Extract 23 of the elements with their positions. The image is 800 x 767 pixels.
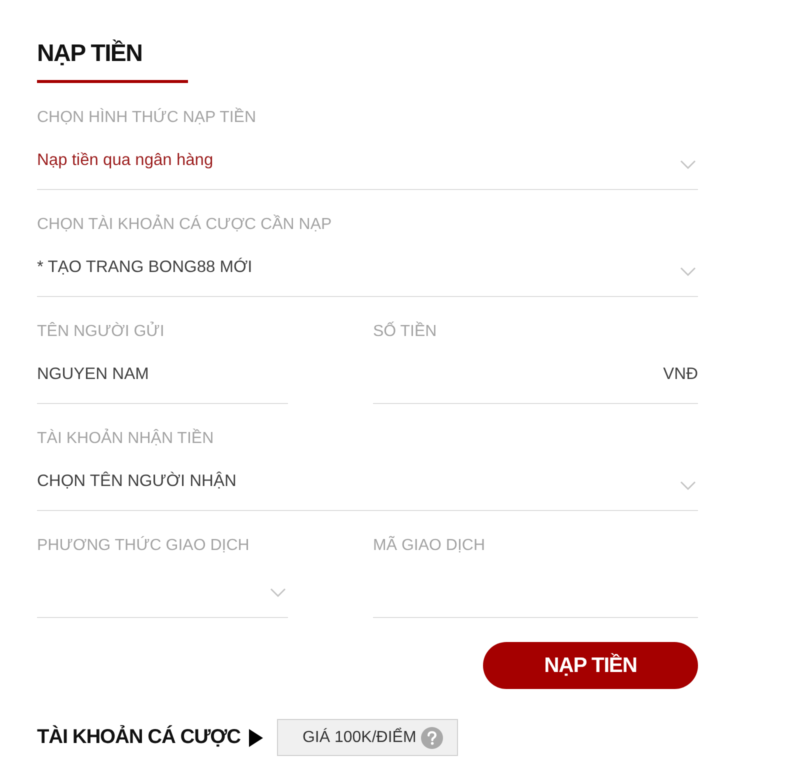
chevron-down-icon [680, 481, 696, 490]
field-label: PHƯƠNG THỨC GIAO DỊCH [37, 536, 250, 556]
select-field[interactable]: CHỌN TÊN NGƯỜI NHẬN [37, 449, 698, 511]
triangle-right-icon [249, 728, 264, 746]
field-label: MÃ GIAO DỊCH [373, 536, 486, 556]
field-label: TÊN NGƯỜI GỬI [37, 322, 164, 342]
select-field[interactable]: * TẠO TRANG BONG88 MỚI [37, 235, 698, 297]
betting-account-title: TÀI KHOẢN CÁ CƯỢC [37, 726, 240, 749]
field-label: TÀI KHOẢN NHẬN TIỀN [37, 429, 214, 449]
field-label: SỐ TIỀN [373, 322, 437, 342]
section-title: NẠP TIỀN [37, 38, 142, 69]
select-field[interactable]: Nạp tiền qua ngân hàng [37, 128, 698, 190]
field-label: CHỌN TÀI KHOẢN CÁ CƯỢC CẦN NẠP [37, 215, 332, 235]
help-icon [421, 726, 444, 748]
input-field[interactable]: VNĐ [373, 342, 698, 404]
currency-suffix: VNĐ [663, 365, 698, 384]
chevron-down-icon [680, 267, 696, 276]
chevron-down-icon [270, 588, 286, 597]
chevron-down-icon [680, 160, 696, 169]
deposit-button[interactable]: NẠP TIỀN [483, 642, 698, 689]
field-label: CHỌN HÌNH THỨC NẠP TIỀN [37, 108, 256, 128]
price-button[interactable]: GIÁ 100K/ĐIỂM [277, 719, 458, 756]
input-field[interactable]: NGUYEN NAM [37, 342, 288, 404]
